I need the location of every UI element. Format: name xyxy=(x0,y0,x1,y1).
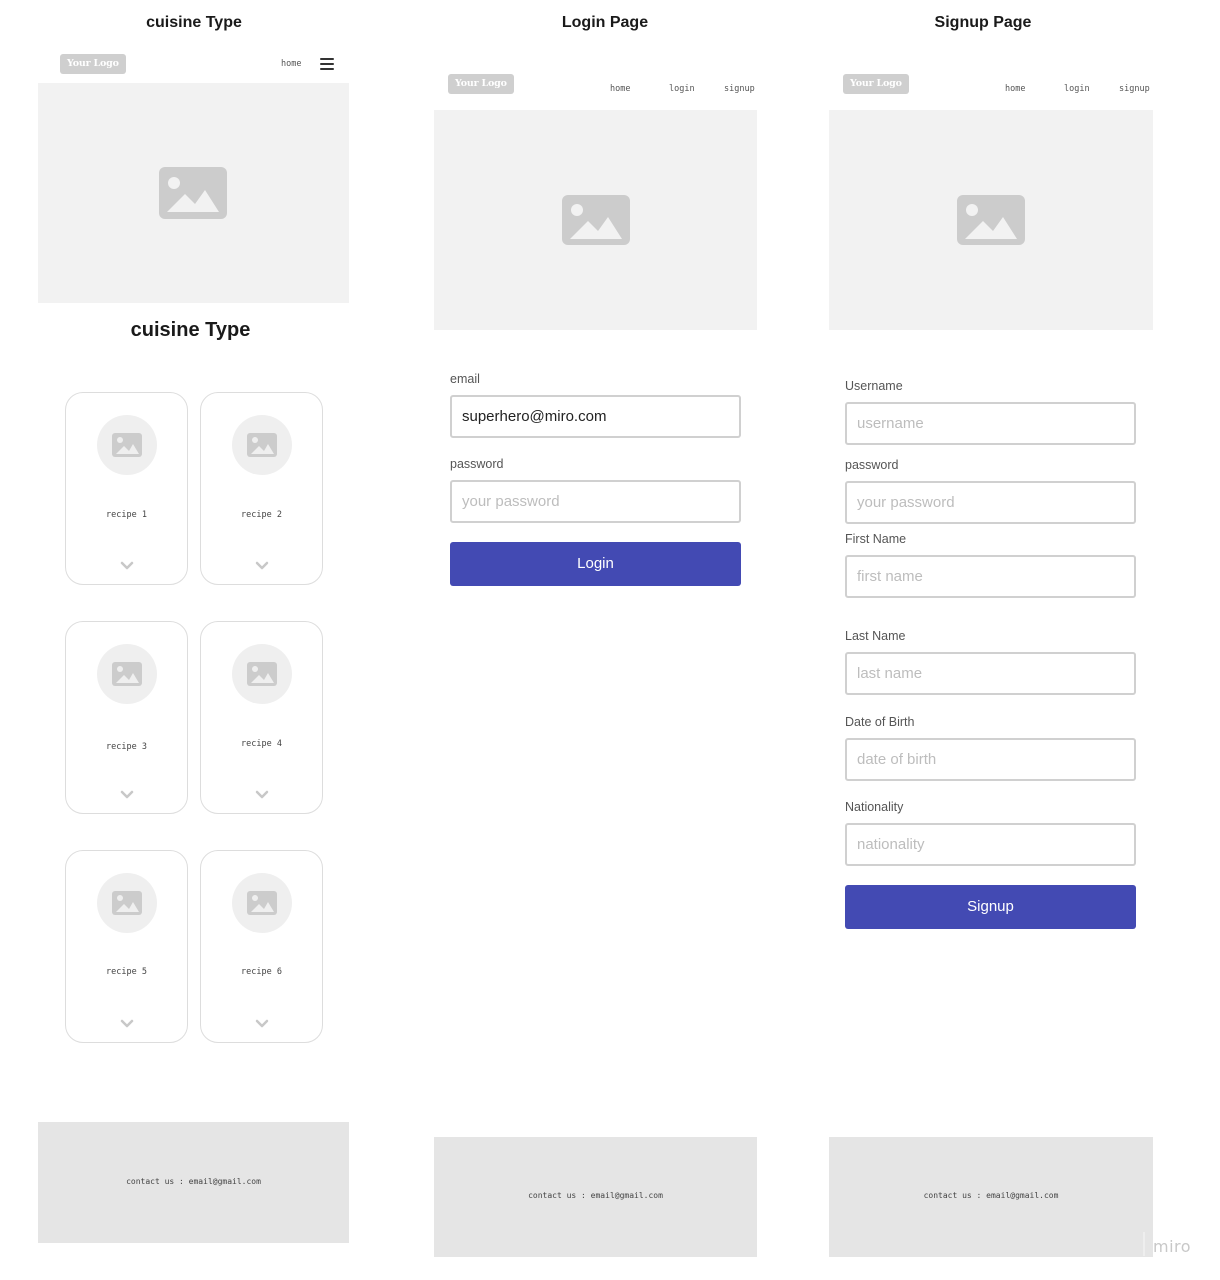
date-of-birth-label: Date of Birth xyxy=(845,715,915,729)
footer-contact-text: contact us : email@gmail.com xyxy=(923,1191,1059,1200)
miro-watermark: miro xyxy=(1153,1237,1192,1256)
watermark-divider xyxy=(1143,1232,1145,1256)
password-label: password xyxy=(845,458,899,472)
hero-image-placeholder xyxy=(38,83,349,303)
nav-home-link[interactable]: home xyxy=(281,59,301,69)
chevron-down-icon[interactable] xyxy=(120,561,134,570)
nav-login-link[interactable]: login xyxy=(669,84,695,94)
first-name-field[interactable] xyxy=(845,555,1136,598)
chevron-down-icon[interactable] xyxy=(120,790,134,799)
recipe-image-circle xyxy=(97,873,157,933)
image-icon xyxy=(112,662,142,686)
miro-board: cuisine Type Your Logo home cuisine Type… xyxy=(0,0,1220,1280)
frame-title-signup: Signup Page xyxy=(934,14,1032,31)
last-name-label: Last Name xyxy=(845,629,906,643)
nationality-label: Nationality xyxy=(845,800,904,814)
image-icon xyxy=(957,195,1025,245)
last-name-field[interactable] xyxy=(845,652,1136,695)
footer-contact-text: contact us : email@gmail.com xyxy=(528,1191,663,1200)
recipe-image-circle xyxy=(232,415,292,475)
login-button[interactable]: Login xyxy=(450,542,741,586)
image-icon xyxy=(112,891,142,915)
first-name-label: First Name xyxy=(845,532,907,546)
hero-image-placeholder xyxy=(829,110,1153,330)
recipe-label: recipe 2 xyxy=(241,510,282,520)
recipe-label: recipe 1 xyxy=(106,510,147,520)
frame-title-login: Login Page xyxy=(561,14,649,31)
chevron-down-icon[interactable] xyxy=(120,1019,134,1028)
footer: contact us : email@gmail.com xyxy=(38,1122,349,1243)
footer-contact-text: contact us : email@gmail.com xyxy=(126,1177,261,1186)
recipe-card[interactable]: recipe 2 xyxy=(200,392,323,585)
recipe-label: recipe 5 xyxy=(106,967,147,977)
nav-home-link[interactable]: home xyxy=(610,84,630,94)
nav-signup-link[interactable]: signup xyxy=(724,84,755,94)
email-field[interactable] xyxy=(450,395,741,438)
signup-button[interactable]: Signup xyxy=(845,885,1136,929)
logo[interactable]: Your Logo xyxy=(448,74,514,94)
date-of-birth-field[interactable] xyxy=(845,738,1136,781)
nav-home-link[interactable]: home xyxy=(1005,84,1025,94)
image-icon xyxy=(562,195,630,245)
recipe-card[interactable]: recipe 4 xyxy=(200,621,323,814)
recipe-card[interactable]: recipe 3 xyxy=(65,621,188,814)
recipe-label: recipe 3 xyxy=(106,742,147,752)
section-title: cuisine Type xyxy=(130,319,251,341)
nationality-field[interactable] xyxy=(845,823,1136,866)
password-label: password xyxy=(450,457,504,471)
nav-login-link[interactable]: login xyxy=(1064,84,1090,94)
recipe-image-circle xyxy=(232,873,292,933)
image-icon xyxy=(247,433,277,457)
hero-image-placeholder xyxy=(434,110,757,330)
recipe-card[interactable]: recipe 6 xyxy=(200,850,323,1043)
password-field[interactable] xyxy=(845,481,1136,524)
chevron-down-icon[interactable] xyxy=(255,1019,269,1028)
recipe-label: recipe 4 xyxy=(241,739,282,749)
image-icon xyxy=(112,433,142,457)
email-label: email xyxy=(450,372,480,386)
recipe-card[interactable]: recipe 1 xyxy=(65,392,188,585)
username-field[interactable] xyxy=(845,402,1136,445)
username-label: Username xyxy=(845,379,903,393)
footer: contact us : email@gmail.com xyxy=(434,1137,757,1257)
chevron-down-icon[interactable] xyxy=(255,790,269,799)
recipe-image-circle xyxy=(97,415,157,475)
footer: contact us : email@gmail.com xyxy=(829,1137,1153,1257)
password-field[interactable] xyxy=(450,480,741,523)
hamburger-menu-icon[interactable] xyxy=(320,58,334,70)
image-icon xyxy=(159,167,227,219)
image-icon xyxy=(247,662,277,686)
chevron-down-icon[interactable] xyxy=(255,561,269,570)
logo[interactable]: Your Logo xyxy=(60,54,126,74)
recipe-label: recipe 6 xyxy=(241,967,282,977)
frame-title-cuisine: cuisine Type xyxy=(146,14,242,31)
recipe-card[interactable]: recipe 5 xyxy=(65,850,188,1043)
image-icon xyxy=(247,891,277,915)
recipe-image-circle xyxy=(97,644,157,704)
logo[interactable]: Your Logo xyxy=(843,74,909,94)
nav-signup-link[interactable]: signup xyxy=(1119,84,1150,94)
recipe-image-circle xyxy=(232,644,292,704)
